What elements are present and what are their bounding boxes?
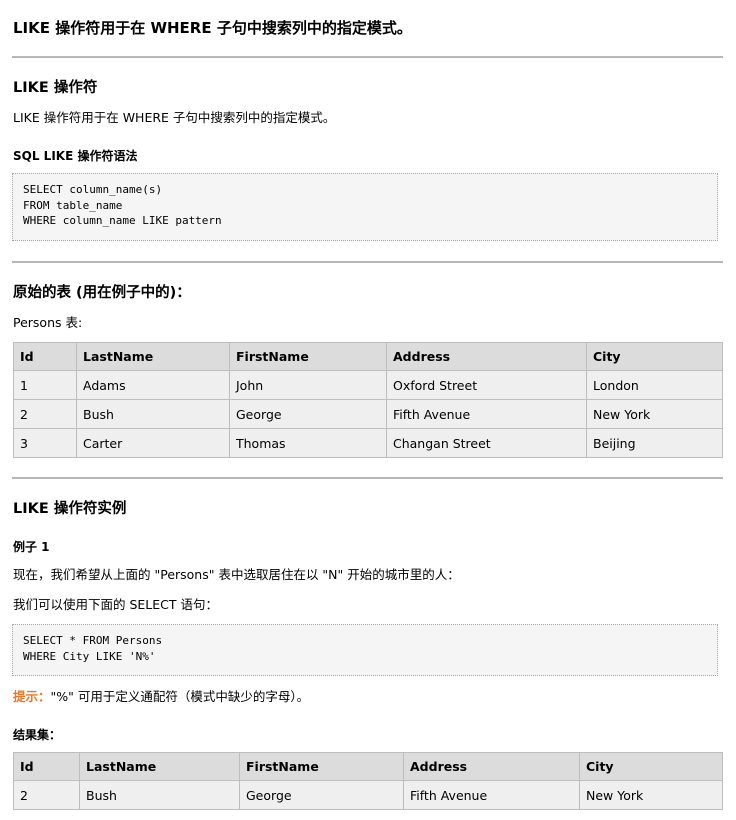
example-lead: 我们可以使用下面的 SELECT 语句：: [13, 597, 219, 612]
divider: [12, 477, 723, 479]
column-header: Id: [13, 752, 80, 781]
table-cell: Beijing: [586, 428, 723, 458]
section-heading-like-example: LIKE 操作符实例: [13, 501, 127, 517]
table-cell: John: [229, 370, 387, 400]
table-row: 2 Bush George Fifth Avenue New York: [13, 780, 723, 810]
column-header: Address: [386, 342, 587, 371]
table-cell: 3: [13, 428, 77, 458]
table-cell: Oxford Street: [386, 370, 587, 400]
table-cell: Carter: [76, 428, 230, 458]
table-cell: Adams: [76, 370, 230, 400]
column-header: LastName: [79, 752, 240, 781]
table-cell: 1: [13, 370, 77, 400]
table-cell: George: [229, 399, 387, 429]
table-cell: New York: [586, 399, 723, 429]
column-header: City: [579, 752, 723, 781]
table-cell: Thomas: [229, 428, 387, 458]
syntax-heading: SQL LIKE 操作符语法: [13, 149, 138, 163]
table-header-row: Id LastName FirstName Address City: [13, 752, 723, 781]
page-title: LIKE 操作符用于在 WHERE 子句中搜索列中的指定模式。: [13, 19, 412, 37]
table-cell: New York: [579, 780, 723, 810]
example-code-block: SELECT * FROM Persons WHERE City LIKE 'N…: [12, 624, 718, 676]
tip-label: 提示：: [13, 689, 51, 704]
tip-line: 提示："%" 可用于定义通配符（模式中缺少的字母）。: [13, 688, 309, 706]
column-header: Id: [13, 342, 77, 371]
divider: [12, 56, 723, 58]
table-cell: George: [239, 780, 404, 810]
table-caption: Persons 表:: [13, 315, 83, 330]
table-cell: Bush: [79, 780, 240, 810]
tutorial-page: LIKE 操作符用于在 WHERE 子句中搜索列中的指定模式。 LIKE 操作符…: [0, 0, 736, 820]
like-description: LIKE 操作符用于在 WHERE 子句中搜索列中的指定模式。: [13, 110, 336, 125]
result-table: Id LastName FirstName Address City 2 Bus…: [13, 752, 723, 810]
table-row: 1 Adams John Oxford Street London: [13, 370, 723, 400]
example-intro: 现在，我们希望从上面的 "Persons" 表中选取居住在以 "N" 开始的城市…: [13, 567, 460, 582]
section-heading-like-operator: LIKE 操作符: [13, 80, 98, 96]
column-header: Address: [403, 752, 580, 781]
table-header-row: Id LastName FirstName Address City: [13, 342, 723, 371]
table-cell: Bush: [76, 399, 230, 429]
table-cell: Fifth Avenue: [386, 399, 587, 429]
column-header: LastName: [76, 342, 230, 371]
column-header: FirstName: [229, 342, 387, 371]
table-cell: 2: [13, 399, 77, 429]
column-header: FirstName: [239, 752, 404, 781]
column-header: City: [586, 342, 723, 371]
table-cell: Fifth Avenue: [403, 780, 580, 810]
divider: [12, 261, 723, 263]
table-cell: Changan Street: [386, 428, 587, 458]
section-heading-original-table: 原始的表 (用在例子中的)：: [13, 285, 191, 301]
table-cell: 2: [13, 780, 80, 810]
table-row: 2 Bush George Fifth Avenue New York: [13, 399, 723, 429]
table-cell: London: [586, 370, 723, 400]
result-heading: 结果集：: [13, 728, 62, 742]
example-heading: 例子 1: [13, 540, 50, 554]
persons-table: Id LastName FirstName Address City 1 Ada…: [13, 342, 723, 458]
tip-text: "%" 可用于定义通配符（模式中缺少的字母）。: [50, 689, 310, 704]
table-row: 3 Carter Thomas Changan Street Beijing: [13, 428, 723, 458]
syntax-code-block: SELECT column_name(s) FROM table_name WH…: [12, 173, 718, 241]
